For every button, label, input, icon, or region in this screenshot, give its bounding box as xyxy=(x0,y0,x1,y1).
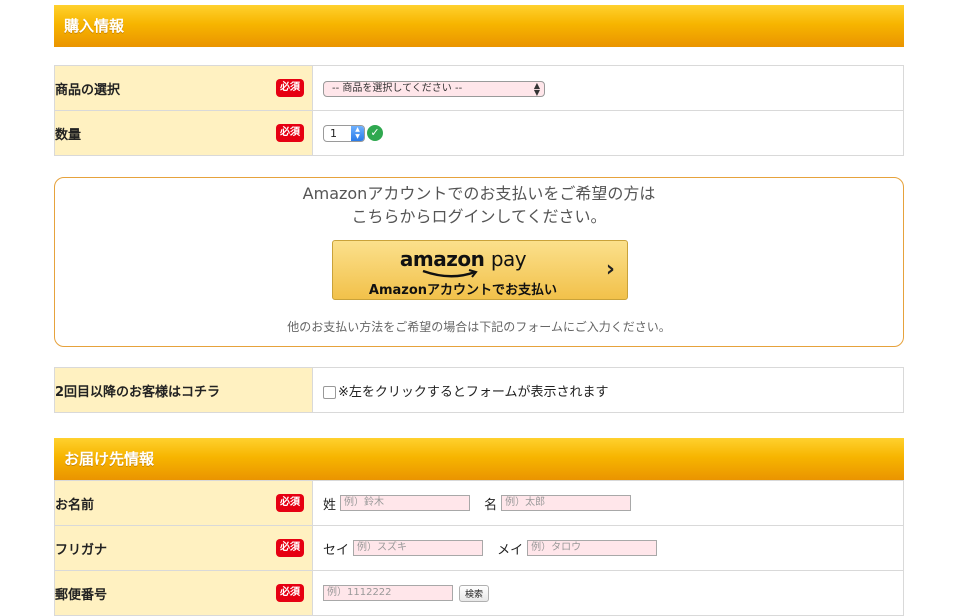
table-row: 商品の選択 必須 -- 商品を選択してください -- ▲ ▼ xyxy=(54,65,904,111)
check-circle-icon: ✓ xyxy=(367,125,383,141)
amazon-smile-icon xyxy=(422,269,478,278)
table-row: 2回目以降のお客様はコチラ ※左をクリックするとフォームが表示されます xyxy=(54,367,904,413)
amazon-pay-button[interactable]: amazon pay Amazonアカウントでお支払い › xyxy=(332,240,628,300)
first-kana-field[interactable]: 例）タロウ xyxy=(527,540,658,556)
quantity-label-cell: 数量 必須 xyxy=(54,110,313,156)
table-row: 数量 必須 1 ▲ ▼ ✓ xyxy=(54,110,904,156)
returning-value-cell: ※左をクリックするとフォームが表示されます xyxy=(312,367,904,413)
amazon-pay-logo: amazon pay xyxy=(333,247,593,271)
amazon-lead-line1: Amazonアカウントでのお支払いをご希望の方は xyxy=(302,184,656,203)
postal-label-cell: 郵便番号 必須 xyxy=(54,570,313,616)
returning-checkbox[interactable] xyxy=(323,385,336,399)
quantity-label: 数量 xyxy=(55,127,82,143)
postal-label: 郵便番号 xyxy=(55,587,108,603)
name-label: お名前 xyxy=(55,497,95,513)
amazon-pay-box: Amazonアカウントでのお支払いをご希望の方は こちらからログインしてください… xyxy=(54,177,904,347)
purchase-table: 商品の選択 必須 -- 商品を選択してください -- ▲ ▼ 数量 必須 1 ▲ ▼… xyxy=(54,65,904,156)
first-name-label: 名 xyxy=(484,497,498,513)
product-label: 商品の選択 xyxy=(55,82,121,98)
kana-label-cell: フリガナ 必須 xyxy=(54,525,313,571)
first-name-field[interactable]: 例）太郎 xyxy=(501,495,632,511)
name-value-cell: 姓例）鈴木 名例）太郎 xyxy=(312,480,904,526)
product-select[interactable]: -- 商品を選択してください -- ▲ ▼ xyxy=(323,80,545,97)
last-kana-label: セイ xyxy=(323,542,350,558)
quantity-value: 1 xyxy=(330,126,337,140)
postal-search-button[interactable]: 検索 xyxy=(459,584,490,602)
delivery-table: お名前 必須 姓例）鈴木 名例）太郎 フリガナ 必須 セイ 例）スズキ メイ 例）タ… xyxy=(54,480,904,616)
amazon-lead-text: Amazonアカウントでのお支払いをご希望の方は こちらからログインしてください… xyxy=(55,182,903,228)
table-row: 郵便番号 必須 例）1112222 検索 xyxy=(54,570,904,616)
amazon-lead-line2: こちらからログインしてください。 xyxy=(351,207,607,226)
chevron-right-icon: › xyxy=(605,257,615,282)
quantity-value-cell: 1 ▲ ▼ ✓ xyxy=(312,110,904,156)
returning-table: 2回目以降のお客様はコチラ ※左をクリックするとフォームが表示されます xyxy=(54,367,904,413)
table-row: お名前 必須 姓例）鈴木 名例）太郎 xyxy=(54,480,904,526)
last-name-field[interactable]: 例）鈴木 xyxy=(340,495,471,511)
amazon-pay-caption: Amazonアカウントでお支払い xyxy=(368,283,558,298)
product-label-cell: 商品の選択 必須 xyxy=(54,65,313,111)
postal-code-field[interactable]: 例）1112222 xyxy=(323,585,453,601)
quantity-stepper[interactable]: 1 ▲ ▼ xyxy=(323,124,365,142)
purchase-section-header: 購入情報 xyxy=(54,5,904,47)
last-kana-field[interactable]: 例）スズキ xyxy=(353,540,484,556)
amazon-logo-word: amazon xyxy=(399,247,485,271)
returning-label: 2回目以降のお客様はコチラ xyxy=(55,384,221,400)
required-badge: 必須 xyxy=(276,494,304,512)
product-value-cell: -- 商品を選択してください -- ▲ ▼ xyxy=(312,65,904,111)
select-arrows-icon: ▲ ▼ xyxy=(533,80,540,97)
name-label-cell: お名前 必須 xyxy=(54,480,313,526)
amazon-note: 他のお支払い方法をご希望の場合は下記のフォームにご入力ください。 xyxy=(287,320,671,334)
delivery-section-header: お届け先情報 xyxy=(54,438,904,480)
returning-checkbox-text: ※左をクリックするとフォームが表示されます xyxy=(338,384,609,400)
required-badge: 必須 xyxy=(276,124,304,142)
last-name-label: 姓 xyxy=(323,497,337,513)
required-badge: 必須 xyxy=(276,539,304,557)
postal-value-cell: 例）1112222 検索 xyxy=(312,570,904,616)
product-select-value: -- 商品を選択してください -- xyxy=(332,82,463,94)
returning-label-cell: 2回目以降のお客様はコチラ xyxy=(54,367,313,413)
kana-value-cell: セイ 例）スズキ メイ 例）タロウ xyxy=(312,525,904,571)
amazon-logo-pay: pay xyxy=(490,247,527,271)
kana-label: フリガナ xyxy=(55,542,108,558)
required-badge: 必須 xyxy=(276,79,304,97)
required-badge: 必須 xyxy=(276,584,304,602)
first-kana-label: メイ xyxy=(497,542,524,558)
table-row: フリガナ 必須 セイ 例）スズキ メイ 例）タロウ xyxy=(54,525,904,571)
stepper-arrows-icon[interactable]: ▲ ▼ xyxy=(351,125,364,141)
